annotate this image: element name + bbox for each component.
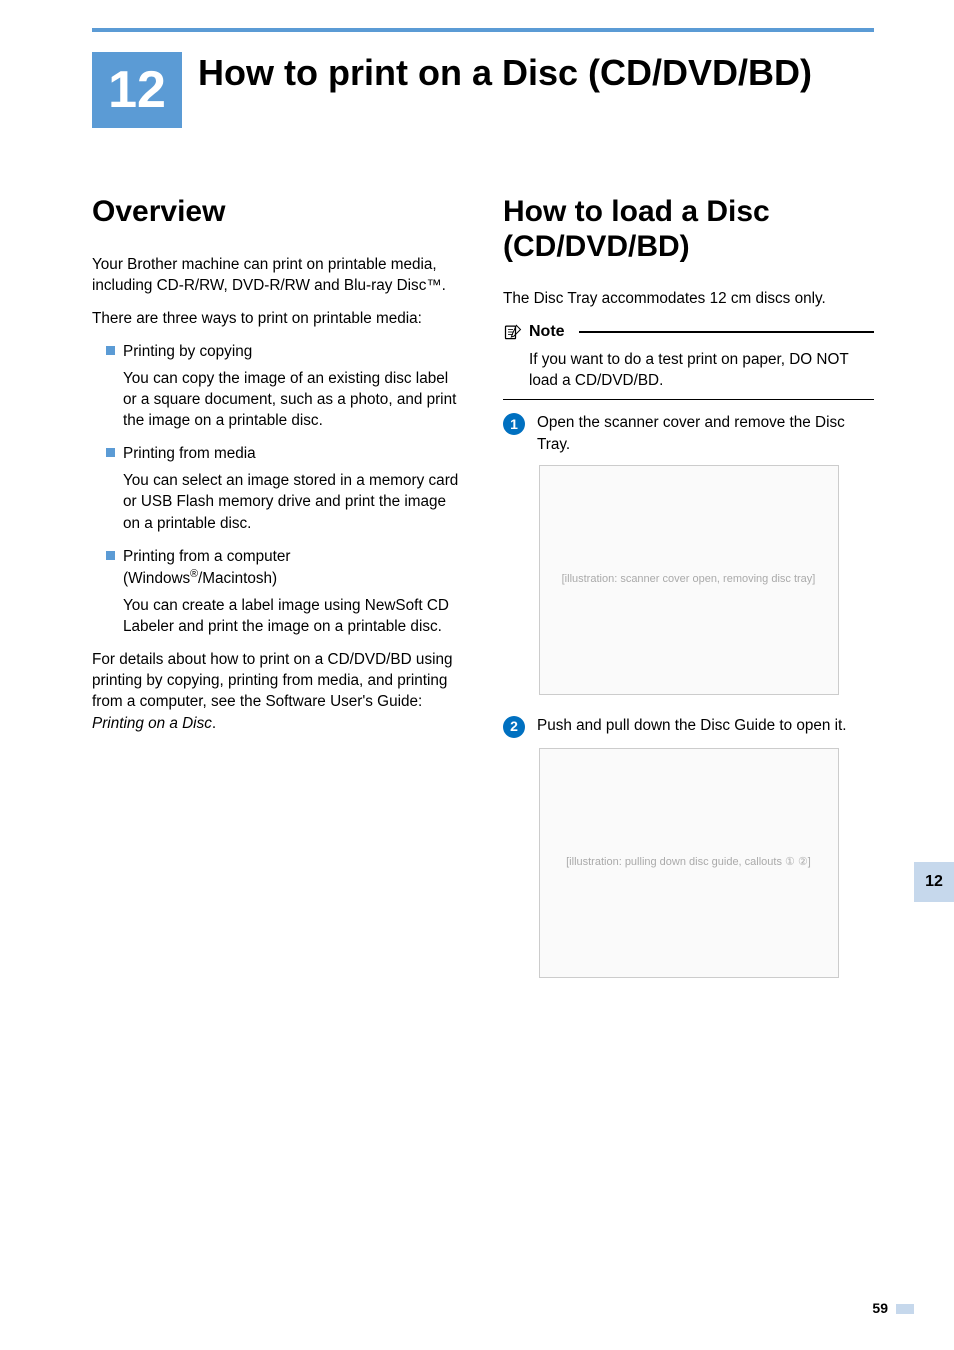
bullet-title-line2-post: /Macintosh) bbox=[198, 570, 277, 587]
bullet-copying-desc: You can copy the image of an existing di… bbox=[92, 368, 463, 431]
load-disc-intro: The Disc Tray accommodates 12 cm discs o… bbox=[503, 288, 874, 309]
bullet-computer-desc: You can create a label image using NewSo… bbox=[92, 595, 463, 637]
bullet-media: Printing from media bbox=[92, 443, 463, 464]
note-header: Note bbox=[503, 321, 874, 343]
bullet-title-line2-pre: (Windows bbox=[123, 570, 190, 587]
overview-intro-2: There are three ways to print on printab… bbox=[92, 308, 463, 329]
note-rule bbox=[579, 331, 874, 333]
figure-scanner-cover: [illustration: scanner cover open, remov… bbox=[539, 465, 839, 695]
footer-post: . bbox=[212, 715, 216, 732]
bullet-title: Printing from media bbox=[123, 443, 463, 464]
bullet-title: Printing from a computer (Windows®/Macin… bbox=[123, 546, 463, 589]
bullet-computer: Printing from a computer (Windows®/Macin… bbox=[92, 546, 463, 589]
content-columns: Overview Your Brother machine can print … bbox=[92, 195, 874, 998]
step-text: Open the scanner cover and remove the Di… bbox=[537, 412, 874, 454]
bullet-copying: Printing by copying bbox=[92, 341, 463, 362]
chapter-header: 12 How to print on a Disc (CD/DVD/BD) bbox=[92, 52, 874, 128]
note-body: If you want to do a test print on paper,… bbox=[503, 343, 874, 400]
step-2: 2 Push and pull down the Disc Guide to o… bbox=[503, 715, 874, 738]
overview-heading: Overview bbox=[92, 195, 463, 230]
figure-disc-guide: [illustration: pulling down disc guide, … bbox=[539, 748, 839, 978]
step-text: Push and pull down the Disc Guide to ope… bbox=[537, 715, 874, 738]
chapter-side-tab: 12 bbox=[914, 862, 954, 902]
footer-pre: For details about how to print on a CD/D… bbox=[92, 651, 453, 710]
header-accent-bar bbox=[92, 28, 874, 32]
bullet-title: Printing by copying bbox=[123, 341, 463, 362]
pencil-note-icon bbox=[503, 322, 523, 342]
chapter-title: How to print on a Disc (CD/DVD/BD) bbox=[198, 52, 874, 93]
chapter-number: 12 bbox=[92, 52, 182, 128]
registered-mark: ® bbox=[190, 568, 198, 580]
square-bullet-icon bbox=[106, 551, 115, 560]
footer-emphasis: Printing on a Disc bbox=[92, 715, 212, 732]
load-disc-heading: How to load a Disc (CD/DVD/BD) bbox=[503, 195, 874, 264]
square-bullet-icon bbox=[106, 346, 115, 355]
page-number: 59 bbox=[872, 1300, 888, 1316]
overview-footer: For details about how to print on a CD/D… bbox=[92, 649, 463, 733]
step-number-badge: 2 bbox=[503, 716, 525, 738]
right-column: How to load a Disc (CD/DVD/BD) The Disc … bbox=[503, 195, 874, 998]
step-number-badge: 1 bbox=[503, 413, 525, 435]
note-label: Note bbox=[529, 321, 565, 343]
left-column: Overview Your Brother machine can print … bbox=[92, 195, 463, 998]
bullet-title-line1: Printing from a computer bbox=[123, 548, 290, 565]
page-number-accent bbox=[896, 1304, 914, 1314]
bullet-media-desc: You can select an image stored in a memo… bbox=[92, 470, 463, 533]
note-block: Note If you want to do a test print on p… bbox=[503, 321, 874, 400]
overview-intro-1: Your Brother machine can print on printa… bbox=[92, 254, 463, 296]
square-bullet-icon bbox=[106, 448, 115, 457]
step-1: 1 Open the scanner cover and remove the … bbox=[503, 412, 874, 454]
